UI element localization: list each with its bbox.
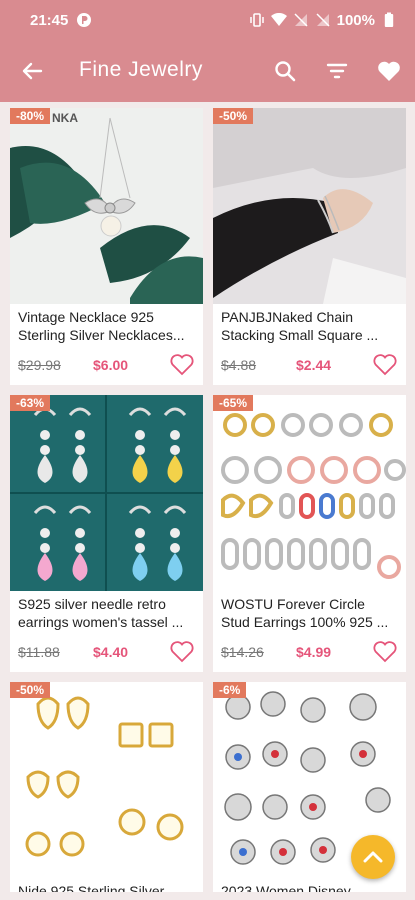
status-time: 21:45	[30, 11, 69, 29]
product-name-line1: S925 silver needle retro	[18, 596, 166, 612]
status-bar: 21:45 100%	[0, 0, 415, 40]
original-price: $4.88	[221, 357, 257, 373]
product-card[interactable]: -50% Nide 925 Sterling Silver	[10, 682, 203, 892]
product-name-line1: Nide 925 Sterling Silver	[18, 883, 165, 892]
discount-badge: -50%	[213, 108, 254, 124]
original-price: $14.26	[221, 644, 264, 660]
product-image: -50%	[213, 108, 406, 304]
status-left: 21:45	[30, 12, 92, 29]
product-name-line1: 2023 Women Disney	[221, 883, 351, 892]
heart-outline-icon[interactable]	[169, 352, 195, 378]
product-name-line2: Sterling Silver Necklaces...	[18, 327, 185, 343]
discount-badge: -65%	[213, 395, 254, 411]
product-name-line1: Vintage Necklace 925	[18, 309, 154, 325]
app-bar: Fine Jewelry	[0, 40, 415, 102]
signal-off-icon-2	[315, 12, 331, 28]
product-name: Nide 925 Sterling Silver	[18, 882, 196, 892]
sale-price: $4.99	[296, 644, 332, 660]
battery-percent: 100%	[336, 11, 375, 29]
notification-app-icon	[76, 12, 92, 28]
sale-price: $6.00	[93, 357, 129, 373]
product-name: WOSTU Forever Circle Stud Earrings 100% …	[221, 595, 399, 631]
discount-badge: -6%	[213, 682, 247, 698]
original-price: $29.98	[18, 357, 61, 373]
discount-badge: -63%	[10, 395, 51, 411]
product-image: -50%	[10, 682, 203, 878]
product-name: Vintage Necklace 925 Sterling Silver Nec…	[18, 308, 196, 344]
product-name-line2: earrings women's tassel ...	[18, 614, 184, 630]
heart-outline-icon[interactable]	[169, 639, 195, 665]
product-name: S925 silver needle retro earrings women'…	[18, 595, 196, 631]
wifi-icon	[270, 12, 287, 28]
product-image: NKA -80%	[10, 108, 203, 304]
original-price: $11.88	[18, 644, 60, 660]
product-image: -65%	[213, 395, 406, 591]
product-name: 2023 Women Disney	[221, 882, 399, 892]
product-card[interactable]: -63% S925 silver needle retro earrings w…	[10, 395, 203, 672]
brand-logo: NKA	[52, 111, 78, 125]
product-image: -63%	[10, 395, 203, 591]
discount-badge: -80%	[10, 108, 51, 124]
filter-icon[interactable]	[323, 57, 351, 85]
vibrate-icon	[249, 12, 265, 28]
product-name-line1: WOSTU Forever Circle	[221, 596, 365, 612]
battery-icon	[381, 12, 397, 28]
product-card[interactable]: NKA -80% Vintage Necklace 925 Sterling S…	[10, 108, 203, 385]
sale-price: $4.40	[93, 644, 129, 660]
status-right: 100%	[249, 12, 397, 29]
signal-off-icon	[293, 12, 309, 28]
search-icon[interactable]	[271, 57, 299, 85]
back-arrow-icon[interactable]	[18, 57, 46, 85]
product-card[interactable]: -50% PANJBJNaked Chain Stacking Small Sq…	[213, 108, 406, 385]
product-name: PANJBJNaked Chain Stacking Small Square …	[221, 308, 399, 344]
product-name-line1: PANJBJNaked Chain	[221, 309, 354, 325]
page-title: Fine Jewelry	[79, 58, 203, 81]
product-name-line2: Stacking Small Square ...	[221, 327, 379, 343]
discount-badge: -50%	[10, 682, 51, 698]
favorites-heart-icon[interactable]	[375, 57, 403, 85]
heart-outline-icon[interactable]	[372, 352, 398, 378]
sale-price: $2.44	[296, 357, 332, 373]
product-card[interactable]: -65% WOSTU Forever Circle Stud Earrings …	[213, 395, 406, 672]
heart-outline-icon[interactable]	[372, 639, 398, 665]
scroll-to-top-button[interactable]	[351, 835, 395, 879]
product-name-line2: Stud Earrings 100% 925 ...	[221, 614, 389, 630]
chevron-up-icon	[360, 844, 386, 870]
